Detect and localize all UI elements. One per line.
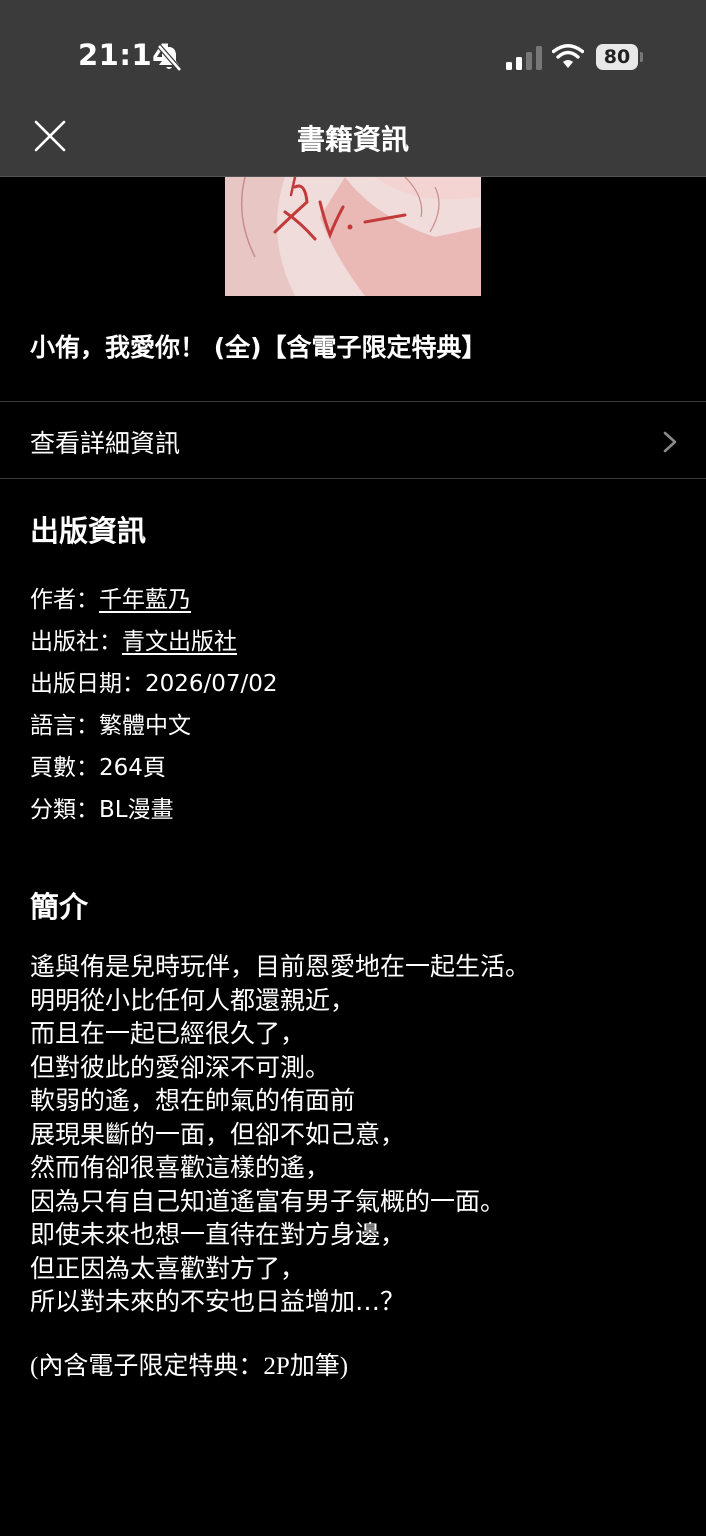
publication-info-heading: 出版資訊 [30, 514, 147, 548]
synopsis-line: 但正因為太喜歡對方了， [30, 1253, 306, 1283]
publisher-line: 出版社：青文出版社 [30, 622, 237, 656]
bonus-note: (內含電子限定特典：2P加筆) [30, 1353, 349, 1380]
publish-date-label: 出版日期： [30, 671, 145, 697]
author-line: 作者：千年藍乃 [30, 580, 191, 614]
language-label: 語言： [30, 713, 99, 739]
book-title: 小侑，我愛你！ (全)【含電子限定特典】 [30, 333, 487, 362]
publish-date-value: 2026/07/02 [145, 671, 278, 697]
synopsis-line: 明明從小比任何人都還親近， [30, 985, 356, 1015]
publish-date-line: 出版日期：2026/07/02 [30, 664, 278, 698]
book-cover-image [225, 177, 481, 296]
synopsis-line: 軟弱的遙，想在帥氣的侑面前 [30, 1086, 356, 1115]
publisher-link[interactable]: 青文出版社 [122, 629, 237, 655]
pages-value: 264頁 [99, 755, 166, 781]
synopsis-line: 遙與侑是兒時玩伴，目前恩愛地在一起生活。 [30, 952, 531, 981]
category-value: BL漫畫 [99, 797, 174, 823]
category-label: 分類： [30, 797, 99, 823]
synopsis-line: 所以對未來的不安也日益增加…？ [30, 1287, 406, 1316]
category-line: 分類：BL漫畫 [30, 790, 174, 824]
synopsis-text: 遙與侑是兒時玩伴，目前恩愛地在一起生活。 明明從小比任何人都還親近， 而且在一起… [30, 950, 680, 1319]
cellular-signal-icon [506, 46, 542, 70]
battery-indicator: 80 [596, 44, 638, 70]
synopsis-line: 因為只有自己知道遙富有男子氣概的一面。 [30, 1186, 506, 1216]
synopsis-line: 而且在一起已經很久了， [30, 1019, 306, 1048]
page-title: 書籍資訊 [296, 123, 409, 156]
chevron-right-icon [663, 431, 677, 453]
wifi-icon [552, 44, 584, 68]
battery-tip [640, 52, 643, 62]
bell-muted-icon [157, 44, 182, 72]
pages-label: 頁數： [30, 755, 99, 781]
synopsis-line: 然而侑卻很喜歡這樣的遙， [30, 1153, 331, 1182]
divider [0, 478, 706, 479]
language-value: 繁體中文 [99, 713, 191, 739]
pages-line: 頁數：264頁 [30, 748, 166, 782]
synopsis-line: 展現果斷的一面，但卻不如己意， [30, 1119, 406, 1149]
language-line: 語言：繁體中文 [30, 706, 191, 740]
publisher-label: 出版社： [30, 629, 122, 655]
author-label: 作者： [30, 587, 99, 613]
author-link[interactable]: 千年藍乃 [99, 587, 191, 613]
top-bar: 21:14 80 書籍資訊 [0, 0, 706, 177]
synopsis-heading: 簡介 [30, 890, 89, 924]
synopsis-line: 但對彼此的愛卻深不可測。 [30, 1052, 331, 1082]
view-details-label: 查看詳細資訊 [30, 429, 181, 458]
view-details-row[interactable]: 查看詳細資訊 [0, 402, 706, 478]
synopsis-line: 即使未來也想一直待在對方身邊， [30, 1220, 406, 1249]
